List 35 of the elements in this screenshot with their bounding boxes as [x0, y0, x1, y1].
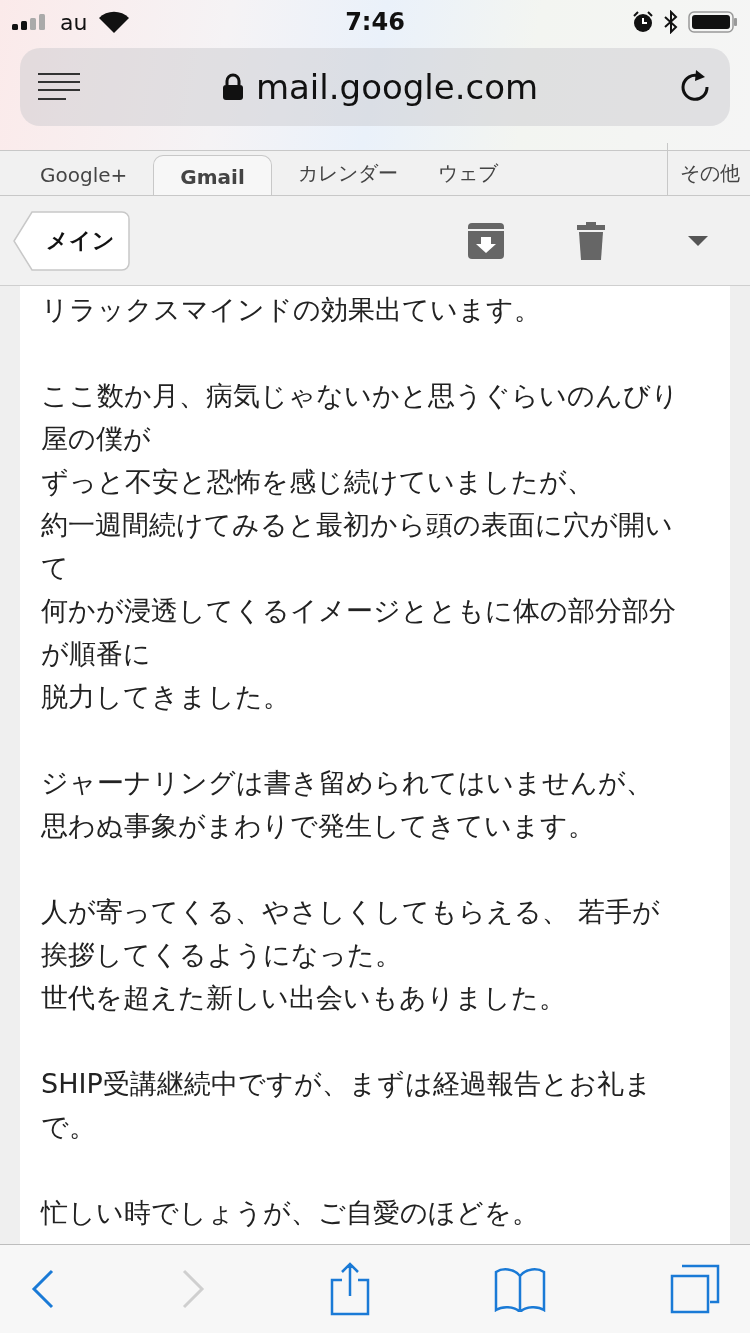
tab[interactable]: Gmail [153, 155, 272, 195]
wifi-icon [99, 11, 130, 33]
tab[interactable]: ウェブ [417, 151, 518, 195]
carrier-name: au [60, 9, 88, 35]
archive-icon[interactable] [468, 222, 504, 259]
message-line: 忙しい時でしょうが、ご自愛のほどを。 [41, 1196, 540, 1230]
bluetooth-icon [664, 10, 678, 34]
message-line: 人が寄ってくる、やさしくしてもらえる、 若手が挨拶してくるようになった。 [41, 895, 661, 972]
message-line: 世代を超えた新しい出会いもありました。 [41, 981, 567, 1015]
message-line: 脱力してきました。 [41, 680, 291, 714]
book-icon[interactable] [494, 1266, 546, 1312]
trash-icon[interactable] [577, 221, 605, 260]
message-line: 何かが浸透してくるイメージとともに体の部分部分が順番に [41, 594, 677, 671]
message-line: ジャーナリングは書き留められてはいませんが、 [41, 766, 654, 800]
message-line: ずっと不安と恐怖を感じ続けていましたが、 [41, 465, 595, 499]
back-button[interactable]: メイン [12, 210, 130, 271]
share-icon[interactable] [330, 1262, 370, 1316]
message-line: SHIP受講継続中ですが、まずは経過報告とお礼まで。 [41, 1067, 653, 1144]
battery-icon [688, 11, 738, 33]
address-bar[interactable]: mail.google.com [20, 48, 730, 126]
tabs-icon[interactable] [670, 1264, 720, 1314]
message-line: リラックスマインドの効果出ています。 [41, 293, 542, 327]
clock-time: 7:46 [345, 8, 405, 36]
message-line: ここ数か月、病気じゃないかと思うぐらいのんびり屋の僕が [41, 379, 680, 456]
alarm-icon [632, 11, 654, 33]
message-line: 約一週間続けてみると最初から頭の表面に穴が開いて [41, 508, 674, 585]
tab[interactable]: カレンダー [277, 151, 418, 195]
menu-icon[interactable] [38, 73, 80, 101]
signal-icon [12, 14, 48, 30]
tab[interactable]: Google+ [20, 151, 148, 195]
more-tab[interactable]: その他 [667, 143, 750, 195]
url-text: mail.google.com [255, 67, 539, 107]
back-icon[interactable] [30, 1267, 56, 1311]
dropdown-icon[interactable] [688, 235, 708, 246]
message-line: 思わぬ事象がまわりで発生してきています。 [41, 809, 596, 843]
